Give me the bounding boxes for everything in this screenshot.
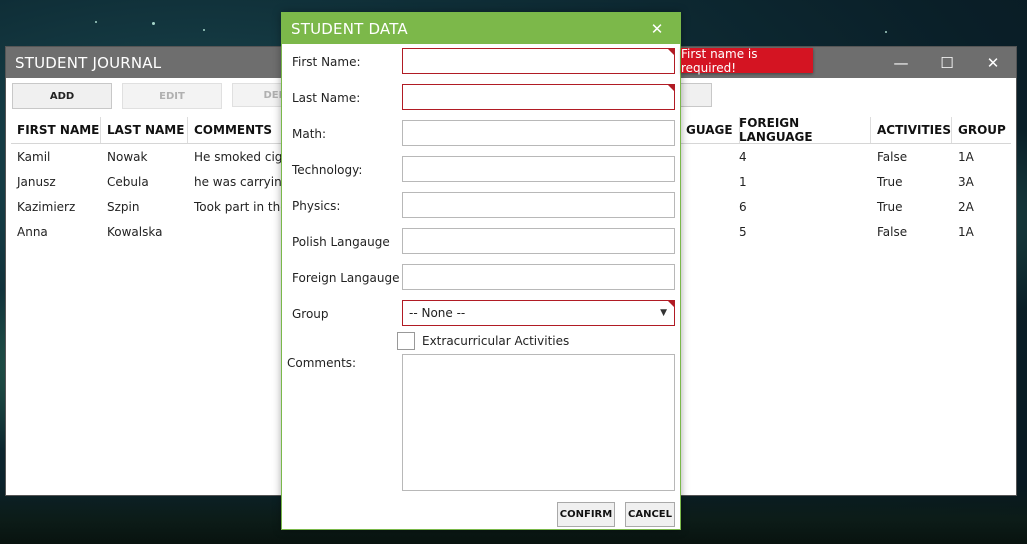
column-header-first-name[interactable]: FIRST NAME bbox=[11, 117, 101, 143]
background-star bbox=[203, 29, 205, 31]
column-header-activities[interactable]: ACTIVITIES bbox=[871, 117, 952, 143]
student-data-dialog: STUDENT DATA ✕ First Name: Last Name: Ma… bbox=[281, 12, 681, 530]
table-cell[interactable]: Szpin bbox=[101, 194, 188, 219]
background-star bbox=[95, 21, 97, 23]
foreign-language-input[interactable] bbox=[402, 264, 675, 290]
first-name-input[interactable] bbox=[402, 48, 675, 74]
column-header-comments[interactable]: COMMENTS bbox=[188, 117, 288, 143]
validation-error-tooltip: First name is required! bbox=[681, 47, 813, 75]
dropdown-arrow-icon: ▼ bbox=[660, 308, 667, 318]
table-cell[interactable] bbox=[188, 219, 288, 244]
table-cell[interactable]: Kazimierz bbox=[11, 194, 101, 219]
foreign-language-label: Foreign Langauge bbox=[292, 271, 400, 285]
table-cell[interactable]: False bbox=[871, 219, 952, 244]
edit-button[interactable]: EDIT bbox=[122, 83, 222, 109]
table-cell[interactable]: Cebula bbox=[101, 169, 188, 194]
last-name-label: Last Name: bbox=[292, 91, 361, 105]
technology-input[interactable] bbox=[402, 156, 675, 182]
math-label: Math: bbox=[292, 127, 327, 141]
dialog-title-bar[interactable]: STUDENT DATA ✕ bbox=[282, 13, 680, 44]
polish-language-input[interactable] bbox=[402, 228, 675, 254]
table-cell[interactable]: 6 bbox=[733, 194, 871, 219]
group-selected-value: -- None -- bbox=[409, 306, 466, 320]
activities-label[interactable]: Extracurricular Activities bbox=[422, 334, 569, 348]
table-cell[interactable]: Kamil bbox=[11, 144, 101, 169]
column-header-polish-language[interactable]: GUAGE bbox=[680, 117, 740, 143]
polish-language-label: Polish Langauge bbox=[292, 235, 390, 249]
table-cell[interactable]: Anna bbox=[11, 219, 101, 244]
table-cell[interactable]: Janusz bbox=[11, 169, 101, 194]
table-cell[interactable]: True bbox=[871, 169, 952, 194]
column-header-foreign-language[interactable]: FOREIGN LANGUAGE bbox=[733, 116, 871, 144]
first-name-label: First Name: bbox=[292, 55, 361, 69]
group-select[interactable]: -- None -- ▼ bbox=[402, 300, 675, 326]
cancel-button[interactable]: CANCEL bbox=[625, 502, 675, 527]
table-cell[interactable]: Nowak bbox=[101, 144, 188, 169]
table-cell[interactable]: he was carrying t bbox=[188, 169, 288, 194]
confirm-button[interactable]: CONFIRM bbox=[557, 502, 615, 527]
table-cell[interactable]: 1A bbox=[952, 219, 1010, 244]
table-cell[interactable]: 1 bbox=[733, 169, 871, 194]
table-cell[interactable]: He smoked cigar bbox=[188, 144, 288, 169]
background-star bbox=[885, 31, 887, 33]
group-label: Group bbox=[292, 307, 329, 321]
minimize-button[interactable]: — bbox=[878, 47, 924, 78]
table-cell[interactable]: 4 bbox=[733, 144, 871, 169]
physics-input[interactable] bbox=[402, 192, 675, 218]
background-star bbox=[152, 22, 155, 25]
physics-label: Physics: bbox=[292, 199, 341, 213]
table-cell[interactable]: True bbox=[871, 194, 952, 219]
dialog-close-button[interactable]: ✕ bbox=[634, 20, 680, 38]
math-input[interactable] bbox=[402, 120, 675, 146]
table-cell[interactable]: Kowalska bbox=[101, 219, 188, 244]
table-cell[interactable]: 2A bbox=[952, 194, 1010, 219]
dialog-title: STUDENT DATA bbox=[291, 19, 408, 38]
table-cell[interactable]: 5 bbox=[733, 219, 871, 244]
comments-label: Comments: bbox=[287, 356, 357, 370]
column-header-group[interactable]: GROUP bbox=[952, 117, 1010, 143]
main-window-title: STUDENT JOURNAL bbox=[15, 53, 162, 72]
add-button[interactable]: ADD bbox=[12, 83, 112, 109]
activities-checkbox[interactable] bbox=[397, 332, 415, 350]
table-cell[interactable]: 3A bbox=[952, 169, 1010, 194]
maximize-button[interactable]: ☐ bbox=[924, 47, 970, 78]
comments-textarea[interactable] bbox=[402, 354, 675, 491]
table-cell[interactable]: Took part in the bbox=[188, 194, 288, 219]
technology-label: Technology: bbox=[292, 163, 363, 177]
close-button[interactable]: ✕ bbox=[970, 47, 1016, 78]
column-header-last-name[interactable]: LAST NAME bbox=[101, 117, 188, 143]
last-name-input[interactable] bbox=[402, 84, 675, 110]
table-cell[interactable]: False bbox=[871, 144, 952, 169]
table-cell[interactable]: 1A bbox=[952, 144, 1010, 169]
